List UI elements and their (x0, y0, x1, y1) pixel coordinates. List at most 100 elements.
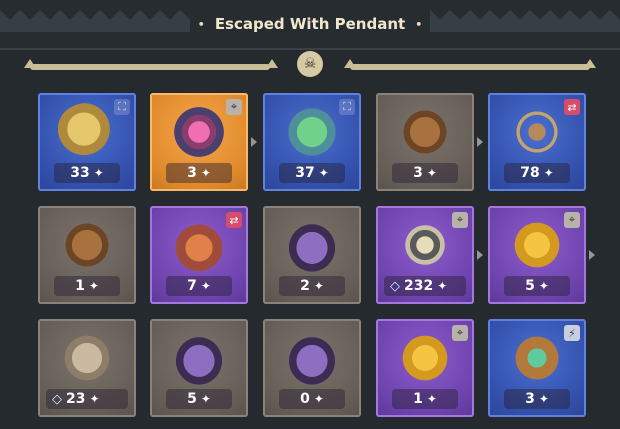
item-count-bar: 5 ✦ (504, 276, 570, 296)
target-icon: ⌖ (564, 212, 580, 228)
item-count-bar: 37 ✦ (279, 163, 345, 183)
item-count-bar: 0 ✦ (279, 389, 345, 409)
item-count-bar: 3 ✦ (166, 163, 232, 183)
item-count: 23 (66, 391, 86, 407)
item-count-bar: 78 ✦ (504, 163, 570, 183)
item-count: 1 (413, 391, 423, 407)
sparkle-icon: ✦ (318, 166, 329, 180)
item-count-bar: 2 ✦ (279, 276, 345, 296)
bell-icon (56, 329, 118, 387)
divider-cap-right-inner (344, 59, 356, 68)
sparkle-icon: ✦ (200, 279, 211, 293)
loot-screen: • Escaped With Pendant • ☠ ⛶ 33 ✦ ⌖ 3 ✦ ⛶ 37 ✦ 3 ✦… (0, 0, 620, 429)
sparkle-icon: ✦ (88, 279, 99, 293)
sparkle-icon: ✦ (313, 392, 324, 406)
robot-orb-icon (56, 103, 118, 161)
golden-wing-icon (506, 216, 568, 274)
gem-core-icon (168, 103, 230, 161)
divider-cap-left-end (24, 59, 36, 68)
page-title: Escaped With Pendant (214, 15, 406, 33)
item-count: 1 (75, 278, 85, 294)
sparkle-icon: ✦ (538, 392, 549, 406)
item-grid: ⛶ 33 ✦ ⌖ 3 ✦ ⛶ 37 ✦ 3 ✦ ⇄ 78 ✦ 1 ✦ ⇄ 7 ✦ 2 ✦ ⌖ ◇ 232 ✦ ⌖ 5 ✦ ◇ 23 ✦ 5 ✦ 0… (38, 93, 595, 428)
item-card[interactable]: ⌖ 3 ✦ (150, 93, 248, 191)
tri-necklace-icon (506, 103, 568, 161)
item-count-bar: 5 ✦ (166, 389, 232, 409)
item-card[interactable]: ⌖ 1 ✦ (376, 319, 474, 417)
item-count: 232 (404, 278, 434, 294)
item-count: 2 (300, 278, 310, 294)
swap-icon: ⇄ (226, 212, 242, 228)
item-count: 5 (525, 278, 535, 294)
item-card[interactable]: 5 ✦ (150, 319, 248, 417)
item-count: 3 (413, 165, 423, 181)
item-card[interactable]: 3 ✦ (376, 93, 474, 191)
item-card[interactable]: ⇄ 7 ✦ (150, 206, 248, 304)
item-card[interactable]: ◇ 23 ✦ (38, 319, 136, 417)
wooden-box-icon (56, 216, 118, 274)
target-icon: ⌖ (452, 325, 468, 341)
wooden-box-icon (394, 103, 456, 161)
header-bar: • Escaped With Pendant • (0, 0, 620, 50)
expand-icon: ⛶ (114, 99, 130, 115)
item-count-bar: ◇ 232 ✦ (384, 276, 466, 296)
item-count-bar: 3 ✦ (504, 389, 570, 409)
glove-icon (168, 329, 230, 387)
item-count-bar: 1 ✦ (54, 276, 120, 296)
sparkle-icon: ✦ (426, 392, 437, 406)
skull-emblem-icon: ☠ (297, 51, 323, 77)
item-card[interactable]: ⌖ 5 ✦ (488, 206, 586, 304)
sparkle-icon: ✦ (200, 392, 211, 406)
chevron-right-icon (477, 250, 483, 260)
item-card[interactable]: 2 ✦ (263, 206, 361, 304)
sparkle-icon: ✦ (200, 166, 211, 180)
potion-urn-icon (506, 329, 568, 387)
divider-rail-right (350, 64, 590, 70)
chevron-right-icon (477, 137, 483, 147)
item-count: 78 (520, 165, 540, 181)
item-card[interactable]: ⇄ 78 ✦ (488, 93, 586, 191)
item-count: 3 (525, 391, 535, 407)
sparkle-icon: ✦ (89, 392, 100, 406)
item-card[interactable]: ⚡ 3 ✦ (488, 319, 586, 417)
header-pattern-right (430, 8, 620, 32)
item-count: 7 (187, 278, 197, 294)
lightning-icon: ⚡ (564, 325, 580, 341)
target-icon: ⌖ (452, 212, 468, 228)
glove-icon (281, 216, 343, 274)
divider-rail-left (30, 64, 270, 70)
header-pattern-left (0, 8, 190, 32)
chevron-right-icon (251, 137, 257, 147)
pendant-icon (168, 216, 230, 274)
sparkle-icon: ✦ (538, 279, 549, 293)
item-count-bar: 7 ✦ (166, 276, 232, 296)
item-count-bar: ◇ 23 ✦ (46, 389, 128, 409)
golden-wing-icon (394, 329, 456, 387)
sparkle-icon: ✦ (426, 166, 437, 180)
slime-blob-icon (281, 103, 343, 161)
item-count: 33 (70, 165, 90, 181)
item-card[interactable]: ⛶ 37 ✦ (263, 93, 361, 191)
item-card[interactable]: ⛶ 33 ✦ (38, 93, 136, 191)
diamond-icon: ◇ (390, 278, 400, 294)
item-count-bar: 3 ✦ (392, 163, 458, 183)
item-count: 5 (187, 391, 197, 407)
divider-cap-left-inner (266, 59, 278, 68)
lightning-rune-icon (394, 216, 456, 274)
divider-cap-right-end (584, 59, 596, 68)
item-card[interactable]: 0 ✦ (263, 319, 361, 417)
sparkle-icon: ✦ (93, 166, 104, 180)
title-dot-left: • (197, 17, 205, 31)
item-count-bar: 33 ✦ (54, 163, 120, 183)
item-card[interactable]: 1 ✦ (38, 206, 136, 304)
diamond-icon: ◇ (52, 391, 62, 407)
sparkle-icon: ✦ (543, 166, 554, 180)
target-icon: ⌖ (226, 99, 242, 115)
title-dot-right: • (415, 17, 423, 31)
sparkle-icon: ✦ (313, 279, 324, 293)
item-card[interactable]: ⌖ ◇ 232 ✦ (376, 206, 474, 304)
swap-icon: ⇄ (564, 99, 580, 115)
glove-icon (281, 329, 343, 387)
item-count: 0 (300, 391, 310, 407)
header-title-wrap: • Escaped With Pendant • (190, 0, 430, 48)
